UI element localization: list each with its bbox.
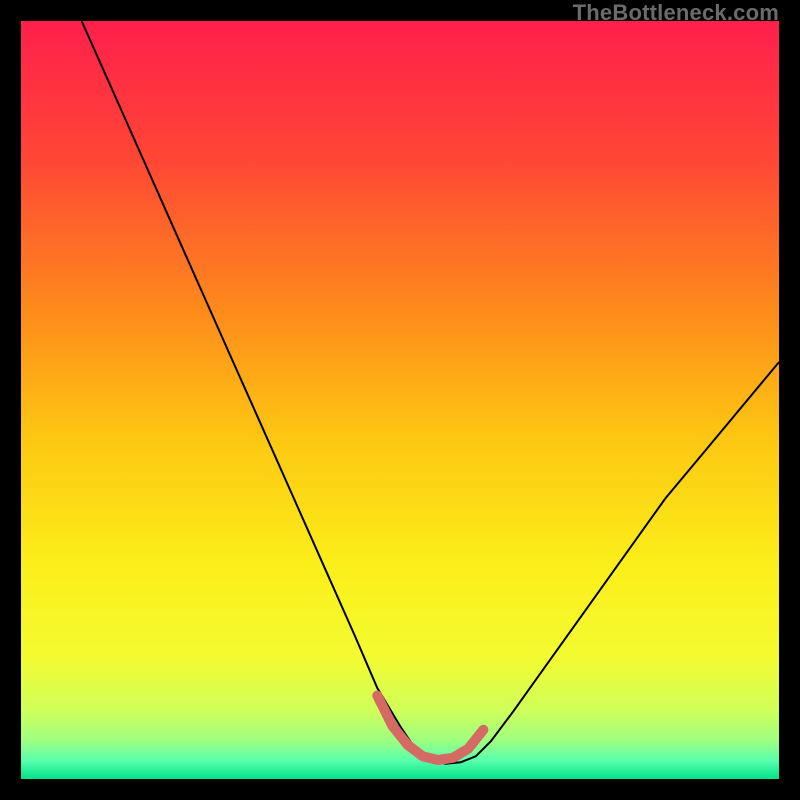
chart-frame xyxy=(21,21,779,779)
gradient-background xyxy=(21,21,779,779)
watermark-text: TheBottleneck.com xyxy=(573,0,779,26)
bottleneck-chart xyxy=(21,21,779,779)
